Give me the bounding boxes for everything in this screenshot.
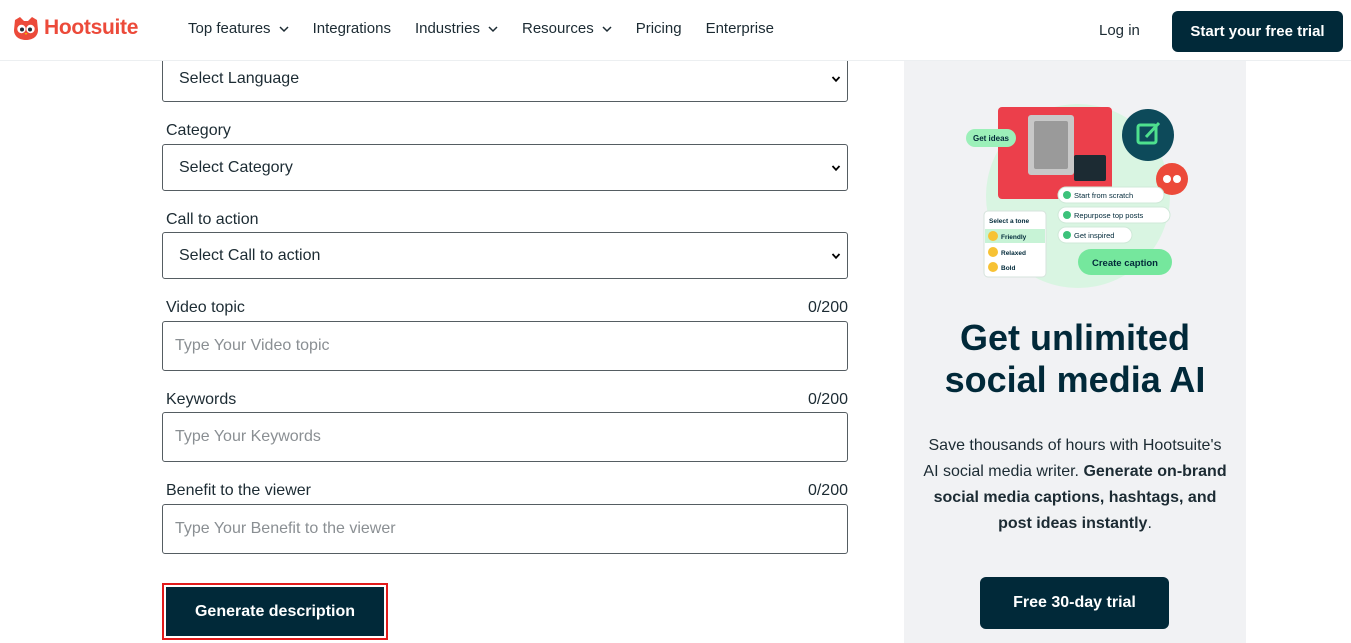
promo-desc-end: . <box>1147 515 1152 532</box>
nav-label: Pricing <box>635 20 682 37</box>
chevron-down-icon <box>279 25 289 32</box>
tone-friendly: Friendly <box>1001 234 1027 241</box>
nav-label: Top features <box>188 20 271 37</box>
benefit-counter: 0/200 <box>807 482 848 499</box>
language-select[interactable]: Select Language <box>162 55 848 102</box>
keywords-counter: 0/200 <box>807 391 848 408</box>
get-ideas-chip: Get ideas <box>973 134 1010 143</box>
nav-industries[interactable]: Industries <box>415 20 498 37</box>
benefit-input[interactable]: Type Your Benefit to the viewer <box>162 504 848 554</box>
video-topic-label: Video topic <box>166 299 245 316</box>
generate-button-highlight: Generate description <box>162 583 388 640</box>
generate-description-button[interactable]: Generate description <box>166 587 384 636</box>
option-start-from-scratch: Start from scratch <box>1074 191 1133 200</box>
keywords-input[interactable]: Type Your Keywords <box>162 412 848 462</box>
ai-promo-panel: Get ideas Start from scratch Repurpose t… <box>904 61 1246 643</box>
keywords-label: Keywords <box>166 391 237 408</box>
nav-enterprise[interactable]: Enterprise <box>706 20 774 37</box>
free-30-day-trial-button[interactable]: Free 30-day trial <box>980 577 1169 629</box>
benefit-label: Benefit to the viewer <box>166 482 311 499</box>
top-nav-bar: Hootsuite Top features Integrations Indu… <box>0 0 1351 61</box>
chevron-down-icon <box>831 76 841 83</box>
hootsuite-logo[interactable]: Hootsuite <box>12 14 138 42</box>
chevron-down-icon <box>831 165 841 172</box>
keywords-placeholder: Type Your Keywords <box>175 428 321 445</box>
chevron-down-icon <box>602 25 612 32</box>
nav-label: Enterprise <box>705 20 774 37</box>
nav-label: Industries <box>414 20 480 37</box>
cta-select-value: Select Call to action <box>179 246 321 264</box>
nav-pricing[interactable]: Pricing <box>636 20 682 37</box>
nav-label: Integrations <box>312 20 391 37</box>
nav-label: Resources <box>522 20 594 37</box>
promo-description: Save thousands of hours with Hootsuite's… <box>922 433 1228 537</box>
video-topic-input[interactable]: Type Your Video topic <box>162 321 848 371</box>
cta-select[interactable]: Select Call to action <box>162 232 848 279</box>
promo-title: Get unlimited social media AI <box>944 317 1206 400</box>
tone-title: Select a tone <box>989 218 1029 225</box>
language-select-value: Select Language <box>179 69 300 87</box>
chevron-down-icon <box>488 25 498 32</box>
option-get-inspired: Get inspired <box>1074 231 1114 240</box>
benefit-placeholder: Type Your Benefit to the viewer <box>175 520 396 537</box>
logo-wordmark: Hootsuite <box>44 16 139 39</box>
tone-bold: Bold <box>1001 265 1015 272</box>
owl-logo-icon <box>14 17 38 40</box>
cta-label: Call to action <box>166 211 259 228</box>
create-caption-chip: Create caption <box>1092 258 1158 269</box>
nav-top-features[interactable]: Top features <box>188 20 289 37</box>
ai-writer-illustration: Get ideas Start from scratch Repurpose t… <box>966 104 1188 288</box>
nav-resources[interactable]: Resources <box>522 20 612 37</box>
category-select[interactable]: Select Category <box>162 144 848 191</box>
option-repurpose-top-posts: Repurpose top posts <box>1074 211 1143 220</box>
nav-integrations[interactable]: Integrations <box>313 20 391 37</box>
tone-relaxed: Relaxed <box>1001 250 1026 257</box>
video-topic-counter: 0/200 <box>807 299 848 316</box>
category-select-value: Select Category <box>179 158 293 176</box>
category-label: Category <box>166 122 231 139</box>
chevron-down-icon <box>831 253 841 260</box>
start-free-trial-button[interactable]: Start your free trial <box>1172 11 1343 52</box>
main-nav: Top features Integrations Industries Res… <box>188 20 774 37</box>
video-topic-placeholder: Type Your Video topic <box>175 337 330 354</box>
login-link[interactable]: Log in <box>1099 22 1140 39</box>
